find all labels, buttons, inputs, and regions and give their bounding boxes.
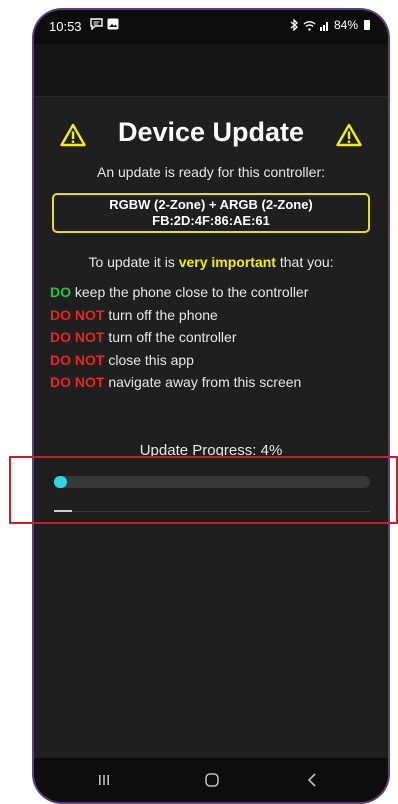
rule-prefix-do-not: DO NOT <box>50 306 105 323</box>
phone-frame: 10:53 84% Device Update An update is rea… <box>32 8 390 804</box>
rule-text: keep the phone close to the controller <box>71 284 309 300</box>
update-ready-text: An update is ready for this controller: <box>96 164 325 180</box>
battery-icon <box>364 20 370 30</box>
signal-icon <box>319 21 328 31</box>
rule-item: DO NOT navigate away from this screen <box>50 374 378 397</box>
battery-percent: 84% <box>333 18 358 32</box>
message-icon <box>90 18 103 30</box>
phone-screen: 10:53 84% Device Update An update is rea… <box>34 10 388 802</box>
rule-item: DO NOT close this app <box>50 352 378 375</box>
status-time: 10:53 <box>49 19 82 34</box>
title-row: Device Update <box>34 117 388 157</box>
wifi-icon <box>303 20 316 31</box>
rule-text: close this app <box>104 351 194 368</box>
intro-text: To update it is <box>88 254 179 270</box>
rules-list: DO keep the phone close to the controlle… <box>50 284 378 397</box>
rule-item: DO keep the phone close to the controlle… <box>50 284 378 307</box>
back-button[interactable] <box>292 766 332 794</box>
bluetooth-icon <box>290 19 298 31</box>
home-button[interactable] <box>192 766 232 794</box>
rule-text: turn off the phone <box>104 306 218 323</box>
divider-indicator <box>54 510 72 512</box>
back-icon <box>307 773 316 787</box>
progress-fill <box>54 476 67 488</box>
app-bar <box>34 44 388 97</box>
status-bar: 10:53 84% <box>34 10 388 44</box>
instructions-intro: To update it is very important that you: <box>34 254 388 270</box>
recents-icon <box>99 775 109 785</box>
notification-icons <box>90 18 119 30</box>
rule-prefix-do-not: DO NOT <box>50 351 105 368</box>
page-title: Device Update <box>117 117 305 147</box>
divider <box>54 511 370 512</box>
device-name: RGBW (2-Zone) + ARGB (2-Zone) <box>109 197 313 212</box>
rule-item: DO NOT turn off the controller <box>50 329 378 352</box>
intro-text-end: that you: <box>275 254 334 270</box>
gallery-icon <box>107 18 119 30</box>
progress-label: Update Progress: 4% <box>139 442 283 459</box>
progress-track <box>54 476 370 488</box>
rule-prefix-do-not: DO NOT <box>50 329 105 346</box>
device-info-box: RGBW (2-Zone) + ARGB (2-Zone) FB:2D:4F:8… <box>52 193 370 233</box>
device-mac-address: FB:2D:4F:86:AE:61 <box>152 213 270 228</box>
rule-text: turn off the controller <box>104 329 237 346</box>
rule-text: navigate away from this screen <box>104 374 302 391</box>
rule-prefix-do: DO <box>50 284 71 300</box>
rule-item: DO NOT turn off the phone <box>50 307 378 330</box>
rule-prefix-do-not: DO NOT <box>50 374 105 391</box>
recents-button[interactable] <box>84 766 124 794</box>
intro-highlight: very important <box>178 254 276 270</box>
warning-triangle-icon <box>336 123 362 147</box>
system-icons: 84% <box>290 18 370 32</box>
navigation-bar <box>34 758 388 802</box>
home-icon <box>205 773 219 787</box>
